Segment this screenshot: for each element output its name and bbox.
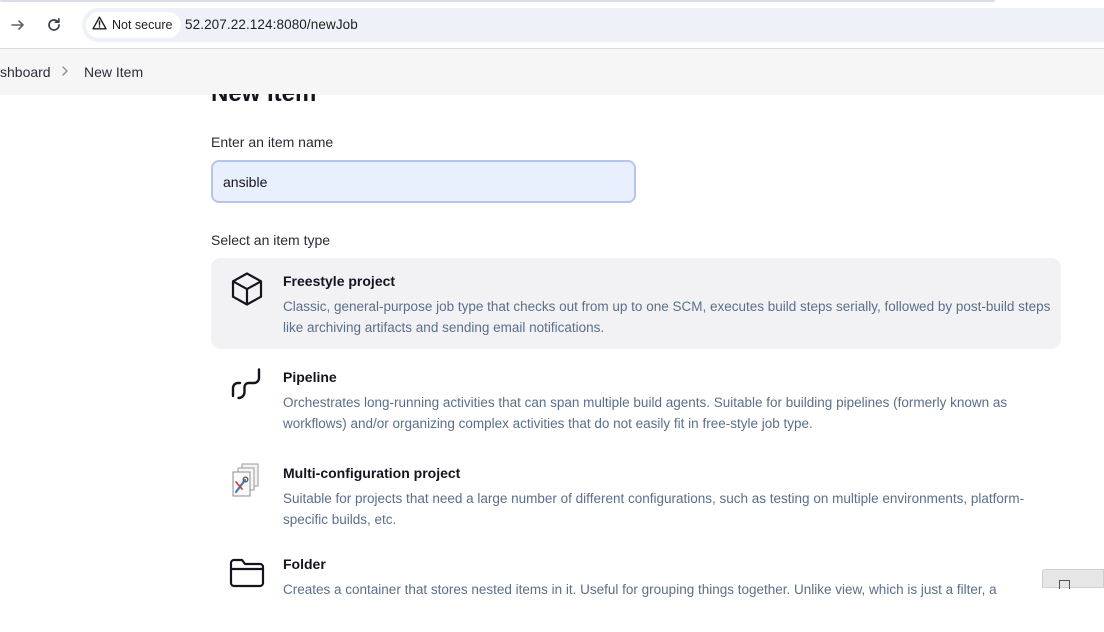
chevron-right-icon <box>60 63 70 84</box>
item-title: Folder <box>283 556 326 572</box>
item-type-pipeline[interactable]: Pipeline Orchestrates long-running activ… <box>211 354 1061 445</box>
warning-triangle-icon <box>92 16 107 35</box>
folder-icon <box>228 553 266 591</box>
multi-config-icon <box>228 462 266 500</box>
item-description: Classic, general-purpose job type that c… <box>283 299 1051 335</box>
breadcrumb-new-item[interactable]: New Item <box>84 64 143 80</box>
corner-overlay-widget[interactable] <box>1042 569 1104 589</box>
reload-icon[interactable] <box>42 13 66 37</box>
item-title: Freestyle project <box>283 273 396 289</box>
forward-arrow-icon[interactable] <box>6 13 30 37</box>
freestyle-cube-icon <box>228 270 266 308</box>
item-type-label: Select an item type <box>211 232 331 248</box>
url-text[interactable]: 52.207.22.124:8080/newJob <box>185 17 358 32</box>
pipeline-icon <box>228 366 266 404</box>
item-type-freestyle[interactable]: Freestyle project Classic, general-purpo… <box>211 258 1061 349</box>
security-label: Not secure <box>112 18 173 32</box>
item-title: Multi-configuration project <box>283 465 461 481</box>
address-bar[interactable]: Not secure 52.207.22.124:8080/newJob <box>82 8 1104 42</box>
item-type-multi-configuration[interactable]: Multi-configuration project Suitable for… <box>211 450 1061 541</box>
item-description: Suitable for projects that need a large … <box>283 491 1025 527</box>
breadcrumb-dashboard-link[interactable]: shboard <box>0 64 51 80</box>
item-name-label: Enter an item name <box>211 134 334 150</box>
item-type-folder[interactable]: Folder Creates a container that stores n… <box>211 541 1061 632</box>
item-description: Orchestrates long-running activities tha… <box>283 395 1008 431</box>
breadcrumb: shboard New Item <box>0 49 1104 95</box>
browser-toolbar: Not secure 52.207.22.124:8080/newJob <box>0 0 1104 49</box>
item-name-input[interactable] <box>211 160 636 203</box>
item-title: Pipeline <box>283 369 337 385</box>
security-chip[interactable]: Not secure <box>86 12 182 38</box>
tab-strip-edge <box>0 0 995 2</box>
item-description: Creates a container that stores nested i… <box>283 582 997 597</box>
